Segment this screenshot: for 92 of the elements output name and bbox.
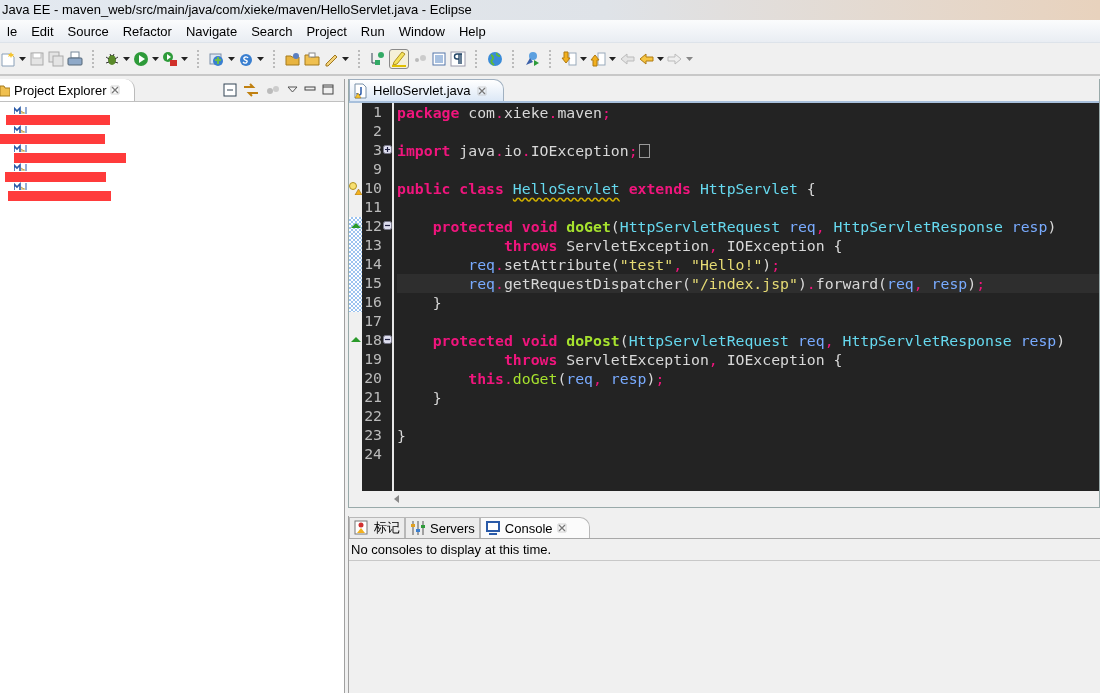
view-tab[interactable]: 标记 — [349, 517, 405, 538]
window-title: Java EE - maven_web/src/main/java/com/xieke/maven/HelloServlet.java - Eclipse — [1, 2, 472, 17]
line-number: 16 — [364, 293, 382, 312]
code-line: } — [431, 294, 442, 311]
line-number: 18 — [364, 331, 382, 350]
menu-item[interactable]: Help — [451, 23, 493, 39]
code-line: throws ServletException, IOException { — [502, 351, 843, 368]
folder-icon — [0, 82, 10, 98]
code-line: } — [431, 389, 442, 406]
dropdown-caret-icon[interactable] — [152, 56, 159, 61]
dropdown-caret-icon[interactable] — [123, 56, 130, 61]
console-icon — [484, 520, 501, 536]
line-number: 19 — [364, 350, 382, 369]
line-number: 2 — [373, 122, 382, 141]
dropdown-caret-icon[interactable] — [181, 56, 188, 61]
editor-tab[interactable]: HelloServlet.java — [349, 79, 504, 101]
code-line: protected void doGet(HttpServletRequest req, HttpServletResponse resp) — [431, 218, 1057, 235]
collapse-fold-icon[interactable] — [383, 335, 392, 344]
view-menu-icon[interactable] — [287, 85, 298, 95]
highlighter-icon[interactable] — [391, 50, 407, 67]
run-tools-icon[interactable] — [162, 50, 178, 67]
menu-item[interactable]: Run — [353, 23, 392, 39]
maven-project-icon — [14, 163, 27, 172]
paragraph-icon[interactable] — [450, 50, 466, 67]
code-line: package com.xieke.maven; — [397, 104, 611, 121]
code-line: throws ServletException, IOException { — [502, 237, 843, 254]
dropdown-caret-icon[interactable] — [609, 56, 616, 61]
expand-fold-icon[interactable] — [383, 145, 392, 154]
dropdown-caret-icon[interactable] — [19, 56, 26, 61]
line-number: 24 — [364, 445, 382, 464]
code-line: public class HelloServlet extends HttpServlet { — [397, 180, 816, 197]
line-number: 12 — [364, 217, 382, 236]
servers-icon — [410, 520, 426, 536]
hierarchy-icon[interactable] — [370, 50, 386, 67]
print-icon[interactable] — [67, 50, 83, 67]
menu-item[interactable]: Navigate — [178, 23, 245, 39]
maven-project-icon — [14, 144, 27, 153]
folder-icon[interactable] — [304, 50, 320, 67]
globe-icon[interactable] — [487, 50, 503, 67]
line-number: 11 — [364, 198, 382, 217]
line-number: 22 — [364, 407, 382, 426]
code-line: import java.io.IOException; — [397, 142, 638, 159]
dropdown-caret-icon[interactable] — [257, 56, 264, 61]
line-number: 14 — [364, 255, 382, 274]
dropdown-caret-icon[interactable] — [228, 56, 235, 61]
open-folder-icon[interactable] — [285, 50, 301, 67]
server-icon[interactable] — [209, 50, 225, 67]
menu-item[interactable]: Source — [60, 23, 116, 39]
line-number: 17 — [364, 312, 382, 331]
link-editor-icon[interactable] — [243, 82, 259, 98]
line-number: 10 — [364, 179, 382, 198]
dropdown-caret-icon[interactable] — [580, 56, 587, 61]
code-line: req.setAttribute("test", "Hello!"); — [467, 256, 781, 273]
maven-project-icon — [14, 125, 27, 134]
line-number: 9 — [373, 160, 382, 179]
console-message: No consoles to display at this time. — [349, 539, 1100, 561]
code-line: req.getRequestDispatcher("/index.jsp").forward(req, resp); — [467, 275, 986, 292]
code-line: this.doGet(req, resp); — [467, 370, 665, 387]
menu-item[interactable]: Project — [299, 23, 354, 39]
menu-item[interactable]: le — [0, 23, 25, 39]
line-number: 13 — [364, 236, 382, 255]
view-tab[interactable]: Project Explorer — [0, 79, 136, 101]
menu-item[interactable]: Refactor — [115, 23, 179, 39]
markers-icon — [354, 520, 370, 536]
menu-item[interactable]: Edit — [24, 23, 61, 39]
java-file-icon — [354, 82, 367, 99]
dropdown-caret-icon[interactable] — [342, 56, 349, 61]
folded-code-icon — [638, 143, 650, 158]
run-icon[interactable] — [133, 50, 149, 67]
dropdown-caret-icon[interactable] — [657, 56, 664, 61]
collapse-fold-icon[interactable] — [383, 221, 392, 230]
close-icon[interactable] — [110, 85, 121, 95]
collapse-all-icon[interactable] — [223, 82, 237, 98]
line-number: 3 — [373, 141, 382, 160]
line-number: 1 — [373, 103, 382, 122]
maximize-icon[interactable] — [322, 84, 334, 96]
close-icon[interactable] — [476, 85, 487, 96]
line-number: 21 — [364, 388, 382, 407]
line-number: 20 — [364, 369, 382, 388]
code-line: } — [397, 427, 406, 444]
view-tab[interactable]: Console — [479, 517, 590, 538]
web-run-icon[interactable] — [524, 50, 540, 67]
maven-project-icon — [14, 106, 27, 115]
menu-item[interactable]: Window — [391, 23, 452, 39]
line-number: 15 — [364, 274, 382, 293]
line-number: 23 — [364, 426, 382, 445]
scroll-left-icon[interactable] — [394, 495, 399, 503]
close-icon[interactable] — [556, 523, 567, 533]
view-tab[interactable]: Servers — [405, 517, 480, 538]
menu-item[interactable]: Search — [244, 23, 300, 39]
maven-project-icon — [14, 182, 27, 191]
code-line: protected void doPost(HttpServletRequest req, HttpServletResponse resp) — [431, 332, 1066, 349]
